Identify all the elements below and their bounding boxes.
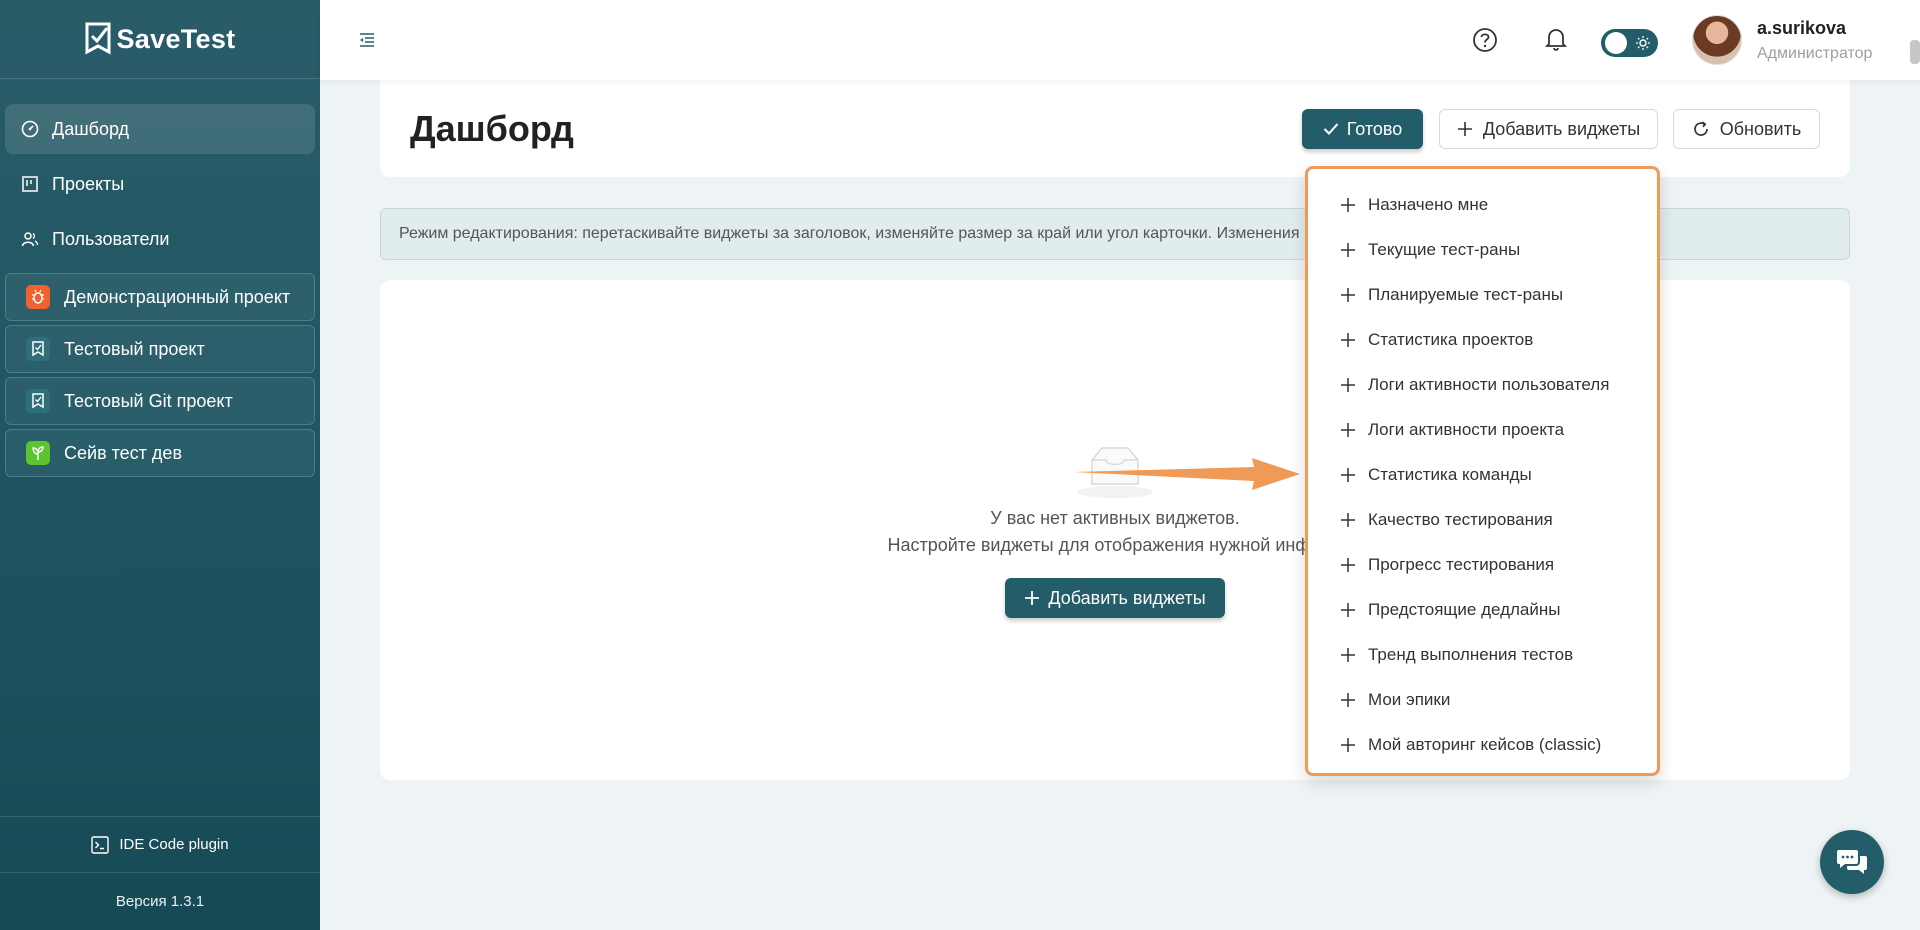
nav-item-users[interactable]: Пользователи (5, 214, 315, 264)
add-widgets-button[interactable]: Добавить виджеты (1439, 109, 1658, 149)
plus-icon (1341, 287, 1355, 302)
plus-icon (1457, 122, 1472, 136)
project-label: Демонстрационный проект (64, 286, 291, 307)
plus-icon (1341, 467, 1355, 482)
chat-icon (1837, 850, 1867, 874)
collapse-sidebar-icon[interactable] (358, 31, 376, 49)
support-chat-button[interactable] (1820, 830, 1884, 894)
add-widgets-dropdown: Назначено мне Текущие тест-раны Планируе… (1305, 166, 1660, 776)
plus-icon (1341, 197, 1355, 212)
help-icon[interactable] (1472, 27, 1498, 58)
project-item-demo[interactable]: Демонстрационный проект (5, 273, 315, 321)
widget-option[interactable]: Мои эпики (1308, 677, 1657, 722)
toggle-knob (1605, 32, 1627, 54)
plus-icon (1341, 692, 1355, 707)
version-label: Версия 1.3.1 (0, 872, 320, 930)
widget-option-label: Логи активности проекта (1368, 419, 1565, 439)
project-label: Тестовый Git проект (64, 390, 233, 411)
widget-option[interactable]: Планируемые тест-раны (1308, 272, 1657, 317)
widget-option[interactable]: Статистика проектов (1308, 317, 1657, 362)
nav-item-dashboard[interactable]: Дашборд (5, 104, 315, 154)
widget-option-label: Планируемые тест-раны (1368, 284, 1564, 304)
widget-option-label: Логи активности пользователя (1368, 374, 1610, 394)
plus-icon (1341, 557, 1355, 572)
top-header: a.surikova Администратор (320, 0, 1920, 80)
widget-option[interactable]: Прогресс тестирования (1308, 542, 1657, 587)
plus-icon (1341, 377, 1355, 392)
savetest-icon (26, 389, 50, 413)
refresh-label: Обновить (1719, 118, 1802, 139)
annotation-arrow (1074, 458, 1300, 490)
check-icon (1323, 123, 1338, 135)
widget-option[interactable]: Логи активности проекта (1308, 407, 1657, 452)
terminal-icon (91, 835, 110, 854)
sidebar-footer: IDE Code plugin Версия 1.3.1 (0, 816, 320, 930)
plus-icon (1341, 332, 1355, 347)
nav-item-label: Проекты (52, 173, 125, 194)
savetest-logo-icon (85, 22, 110, 55)
plus-icon (1341, 242, 1355, 257)
plus-icon (1341, 737, 1355, 752)
user-role: Администратор (1757, 45, 1873, 62)
project-item-test[interactable]: Тестовый проект (5, 325, 315, 373)
page-title: Дашборд (410, 108, 574, 149)
user-avatar[interactable] (1692, 15, 1742, 65)
dashboard-icon (20, 119, 40, 139)
plus-icon (1025, 591, 1040, 605)
nav-item-label: Пользователи (52, 228, 170, 249)
widget-option-label: Предстоящие дедлайны (1368, 599, 1561, 619)
bug-icon (26, 285, 50, 309)
page-scrollbar[interactable] (1910, 40, 1920, 64)
plus-icon (1341, 512, 1355, 527)
widget-option-label: Мои эпики (1368, 689, 1451, 709)
widget-option-label: Прогресс тестирования (1368, 554, 1555, 574)
savetest-icon (26, 337, 50, 361)
nav-item-label: Дашборд (52, 118, 130, 139)
project-label: Сейв тест дев (64, 442, 183, 463)
theme-toggle[interactable] (1601, 29, 1658, 57)
nav-item-projects[interactable]: Проекты (5, 159, 315, 209)
widget-option[interactable]: Назначено мне (1308, 182, 1657, 227)
page-header-card: Дашборд Готово Добавить виджеты Обновить (380, 80, 1850, 177)
sidebar: SaveTest Дашборд Проекты Пользователи Де… (0, 0, 320, 930)
done-button[interactable]: Готово (1302, 109, 1423, 149)
app-logo[interactable]: SaveTest (0, 0, 320, 79)
sun-icon (1636, 36, 1650, 50)
sprout-icon (26, 441, 50, 465)
notifications-bell-icon[interactable] (1544, 26, 1568, 57)
widget-option-label: Текущие тест-раны (1368, 239, 1521, 259)
widget-option[interactable]: Статистика команды (1308, 452, 1657, 497)
project-item-save-test-dev[interactable]: Сейв тест дев (5, 429, 315, 477)
widget-option-label: Назначено мне (1368, 194, 1489, 214)
widget-option[interactable]: Качество тестирования (1308, 497, 1657, 542)
empty-add-widgets-button[interactable]: Добавить виджеты (1005, 578, 1225, 618)
widget-option[interactable]: Мой авторинг кейсов (classic) (1308, 722, 1657, 767)
user-name[interactable]: a.surikova (1757, 18, 1846, 39)
widget-option-label: Качество тестирования (1368, 509, 1553, 529)
ide-plugin-link[interactable]: IDE Code plugin (0, 816, 320, 872)
kanban-icon (20, 174, 40, 194)
widget-option[interactable]: Текущие тест-раны (1308, 227, 1657, 272)
widget-option-label: Тренд выполнения тестов (1368, 644, 1574, 664)
empty-add-label: Добавить виджеты (1048, 587, 1206, 608)
widget-option-label: Мой авторинг кейсов (classic) (1368, 734, 1602, 754)
users-icon (20, 229, 40, 249)
plus-icon (1341, 647, 1355, 662)
plugin-label: IDE Code plugin (119, 836, 229, 853)
project-item-test-git[interactable]: Тестовый Git проект (5, 377, 315, 425)
plus-icon (1341, 422, 1355, 437)
widget-option[interactable]: Тренд выполнения тестов (1308, 632, 1657, 677)
widget-option-label: Статистика проектов (1368, 329, 1534, 349)
widget-option-label: Статистика команды (1368, 464, 1532, 484)
add-widgets-label: Добавить виджеты (1482, 118, 1641, 139)
main-nav: Дашборд Проекты Пользователи Демонстраци… (0, 79, 320, 477)
plus-icon (1341, 602, 1355, 617)
widget-option[interactable]: Предстоящие дедлайны (1308, 587, 1657, 632)
refresh-icon (1693, 121, 1708, 136)
done-label: Готово (1346, 118, 1403, 139)
app-name: SaveTest (116, 23, 236, 54)
refresh-button[interactable]: Обновить (1673, 109, 1820, 149)
project-label: Тестовый проект (64, 338, 205, 359)
widget-option[interactable]: Логи активности пользователя (1308, 362, 1657, 407)
